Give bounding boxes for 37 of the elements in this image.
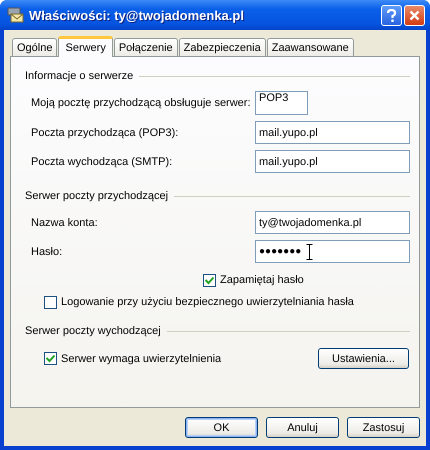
checkbox[interactable] — [44, 352, 57, 365]
input-field[interactable]: POP3 — [255, 91, 308, 115]
group-heading: Serwer poczty wychodzącej — [25, 325, 161, 337]
input-field[interactable]: mail.yupo.pl — [255, 150, 410, 173]
group-heading: Serwer poczty przychodzącej — [25, 190, 168, 202]
tab[interactable]: Ogólne — [12, 38, 58, 56]
password-field[interactable]: ●●●●●●● — [255, 240, 410, 263]
close-icon — [409, 10, 420, 20]
help-icon — [386, 8, 397, 22]
checkmark-icon — [46, 354, 55, 363]
field-label: Poczta przychodząca (POP3): — [31, 126, 178, 138]
field-label: Poczta wychodząca (SMTP): — [31, 156, 172, 168]
close-button[interactable] — [404, 4, 425, 26]
checkbox-label: Logowanie przy użyciu bezpiecznego uwierzytelniania hasła — [61, 296, 355, 308]
tab[interactable]: Zaawansowane — [266, 38, 354, 56]
settings-button[interactable]: Ustawienia... — [318, 348, 409, 369]
input-field[interactable]: ty@twojadomenka.pl — [255, 211, 410, 234]
checkbox[interactable] — [44, 296, 57, 308]
window-title: Właściwości: ty@twojadomenka.pl — [29, 8, 245, 22]
group-heading: Informacje o serwerze — [25, 70, 134, 82]
checkbox[interactable] — [203, 274, 216, 286]
field-label: Hasło: — [31, 246, 62, 258]
checkmark-icon — [205, 276, 214, 284]
text-cursor-icon — [306, 244, 314, 260]
field-label: Nazwa konta: — [31, 216, 98, 228]
field-label: Moją pocztę przychodzącą obsługuje serwer: — [31, 97, 251, 109]
tab[interactable]: Zabezpieczenia — [178, 38, 266, 56]
tab[interactable]: Serwery — [58, 36, 113, 57]
tab[interactable]: Połączenie — [114, 38, 178, 56]
input-field[interactable]: mail.yupo.pl — [255, 121, 410, 144]
checkbox-label: Serwer wymaga uwierzytelnienia — [61, 352, 222, 364]
dialog-button[interactable]: Anuluj — [266, 417, 339, 438]
dialog-button[interactable]: OK — [185, 417, 258, 438]
dialog-button[interactable]: Zastosuj — [347, 417, 420, 438]
mail-server-icon — [6, 7, 24, 23]
help-button[interactable] — [381, 4, 402, 26]
checkbox-label: Zapamiętaj hasło — [220, 274, 305, 286]
